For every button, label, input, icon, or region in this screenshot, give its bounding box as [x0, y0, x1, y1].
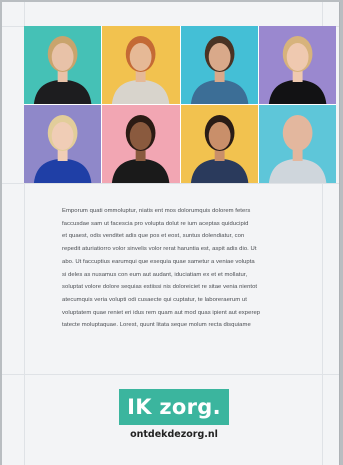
ik-zorg-logo: IK zorg. [119, 389, 229, 425]
portrait-7 [180, 105, 258, 183]
portrait-6 [102, 105, 180, 183]
person-silhouette [33, 36, 92, 104]
person-silhouette [112, 115, 170, 183]
body-line: atecumquis veria volupti odi cusaecte qu… [62, 296, 247, 303]
body-line: tatecte moluptaquae. Lorest, quunt litat… [62, 322, 251, 329]
person-silhouette [268, 36, 327, 104]
body-paragraph: Emporum quati ommoluptur, niatis ent mos… [62, 205, 322, 332]
portrait-1 [24, 26, 102, 104]
body-line: si deles as nusamus con eum aut audant, … [62, 271, 248, 278]
body-line: et quaest, odis venditet adis que pos et… [62, 233, 245, 240]
logo-text: IK zorg. [127, 395, 221, 419]
body-line: repedit aturiatiorro volor sinvelis volo… [62, 246, 257, 253]
website-url: ontdekdezorg.nl [130, 429, 218, 440]
portrait-4 [258, 26, 336, 104]
body-line: soluptat volore dolore sequias estiissi … [62, 284, 258, 291]
person-silhouette [33, 115, 92, 183]
document-page: Emporum quati ommoluptur, niatis ent mos… [2, 2, 340, 465]
person-silhouette [190, 36, 248, 104]
portrait-3 [180, 26, 258, 104]
body-line: Emporum quati ommoluptur, niatis ent mos… [62, 208, 251, 214]
portrait-5 [24, 105, 102, 183]
person-silhouette [112, 36, 170, 104]
person-silhouette [268, 115, 327, 183]
body-line: abo. Ut faccuptius earumqui que esequia … [62, 258, 255, 265]
body-line: faccusdae sam ut facescia pro volupta do… [62, 220, 249, 227]
portrait-grid [24, 26, 336, 183]
person-silhouette [190, 115, 248, 183]
portrait-2 [102, 26, 180, 104]
portrait-8 [258, 105, 336, 183]
body-line: voluptatem quae reniet eri idus rem quam… [62, 309, 261, 316]
